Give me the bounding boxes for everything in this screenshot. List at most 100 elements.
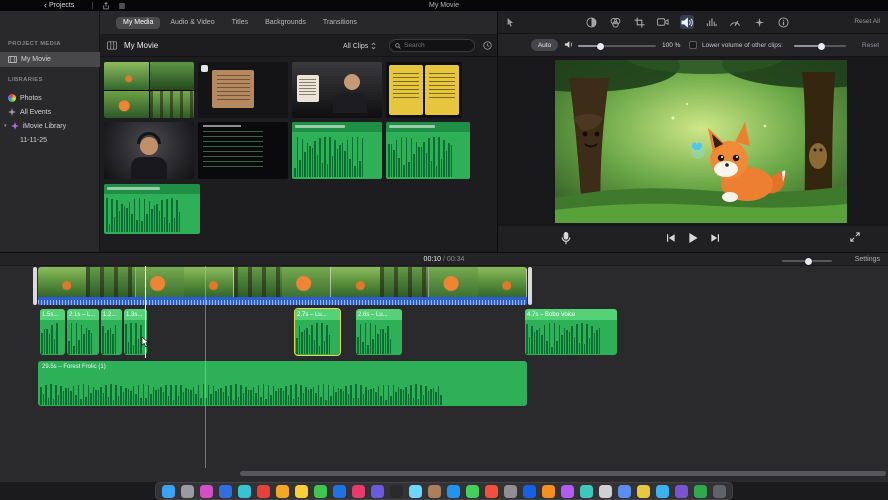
volume-icon[interactable] xyxy=(680,15,694,29)
tab-audio-video[interactable]: Audio & Video xyxy=(163,17,221,29)
lower-volume-slider-knob[interactable] xyxy=(817,42,825,50)
dock-icon[interactable] xyxy=(675,484,688,498)
media-clip-fox-frames[interactable] xyxy=(104,62,194,118)
dock-icon[interactable] xyxy=(314,484,327,498)
sidebar-item-imovie-library[interactable]: ▾ iMovie Library xyxy=(0,119,100,133)
title-card xyxy=(389,65,423,115)
media-clip-presenter[interactable] xyxy=(292,62,382,118)
sidebar-item-all-events[interactable]: All Events xyxy=(0,105,100,119)
play-button[interactable] xyxy=(688,232,699,244)
info-icon[interactable] xyxy=(776,15,790,29)
dock-icon[interactable] xyxy=(219,484,232,498)
tab-my-media[interactable]: My Media xyxy=(116,16,161,29)
dock-icon[interactable] xyxy=(580,484,593,498)
dock-icon[interactable] xyxy=(599,484,612,498)
tab-backgrounds[interactable]: Backgrounds xyxy=(258,17,313,29)
reset-button[interactable]: Reset xyxy=(862,42,879,49)
media-clip-audio-3[interactable] xyxy=(104,184,200,234)
dock-icon[interactable] xyxy=(618,484,631,498)
clip-frame xyxy=(104,90,149,118)
sidebar-item-photos[interactable]: Photos xyxy=(0,91,100,105)
list-icon[interactable] xyxy=(118,2,126,10)
skip-forward-button[interactable] xyxy=(711,233,721,243)
fullscreen-icon[interactable] xyxy=(850,232,860,242)
dock-icon[interactable] xyxy=(485,484,498,498)
dock-icon[interactable] xyxy=(694,484,707,498)
disclosure-triangle-icon[interactable]: ▾ xyxy=(4,123,7,129)
adjust-bar: Reset All xyxy=(498,11,888,34)
audio-clip-selected[interactable]: 2.7s – Lu... xyxy=(294,308,341,356)
timeline-filmstrip[interactable] xyxy=(38,267,527,297)
dock-icon[interactable] xyxy=(276,484,289,498)
filters-icon[interactable] xyxy=(752,15,766,29)
speed-icon[interactable] xyxy=(728,15,742,29)
stabilization-icon[interactable] xyxy=(656,15,670,29)
clip-appearance-icon[interactable] xyxy=(107,41,117,50)
clips-filter-dropdown[interactable]: All Clips xyxy=(343,42,376,50)
color-balance-icon[interactable] xyxy=(584,15,598,29)
noise-reduction-icon[interactable] xyxy=(704,15,718,29)
volume-slider[interactable] xyxy=(578,42,656,50)
sidebar-item-my-movie[interactable]: My Movie xyxy=(0,52,100,67)
dock-icon[interactable] xyxy=(637,484,650,498)
share-icon[interactable] xyxy=(102,1,110,10)
search-field[interactable] xyxy=(389,39,475,52)
media-clip-audio-1[interactable] xyxy=(292,122,382,179)
media-clip-headphones-presenter[interactable] xyxy=(104,122,194,179)
dock-icon[interactable] xyxy=(257,484,270,498)
media-clip-document[interactable] xyxy=(198,62,288,118)
timeline-settings-button[interactable]: Settings xyxy=(855,256,880,263)
dock-icon[interactable] xyxy=(656,484,669,498)
dock-icon[interactable] xyxy=(409,484,422,498)
timeline-horizontal-scrollbar[interactable] xyxy=(240,471,886,476)
dock-icon[interactable] xyxy=(352,484,365,498)
audio-clip[interactable]: 2.1s – L... xyxy=(67,309,99,355)
lower-volume-checkbox[interactable] xyxy=(689,41,697,49)
volume-slider-knob[interactable] xyxy=(596,42,604,50)
dock-icon[interactable] xyxy=(561,484,574,498)
recents-clock-icon[interactable] xyxy=(483,41,492,50)
dock-icon[interactable] xyxy=(713,484,726,498)
lower-volume-slider[interactable] xyxy=(794,42,846,50)
media-clip-audio-2[interactable] xyxy=(386,122,470,179)
dock-icon[interactable] xyxy=(333,484,346,498)
dock-icon[interactable] xyxy=(371,484,384,498)
dock-icon[interactable] xyxy=(238,484,251,498)
media-clip-title-cards[interactable] xyxy=(386,62,462,118)
dock-icon[interactable] xyxy=(504,484,517,498)
timeline-zoom-slider[interactable] xyxy=(782,257,832,265)
dock-icon[interactable] xyxy=(542,484,555,498)
dock-icon[interactable] xyxy=(428,484,441,498)
crop-icon[interactable] xyxy=(632,15,646,29)
media-clip-terminal[interactable] xyxy=(198,122,288,179)
trim-handle-right[interactable] xyxy=(528,267,532,305)
tab-transitions[interactable]: Transitions xyxy=(316,17,364,29)
back-to-projects-button[interactable]: ‹ Projects xyxy=(44,0,74,11)
voiceover-mic-icon[interactable] xyxy=(561,232,571,245)
timeline-zoom-knob[interactable] xyxy=(805,257,812,265)
dock-icon[interactable] xyxy=(523,484,536,498)
auto-volume-button[interactable]: Auto xyxy=(531,39,558,51)
dock-icon[interactable] xyxy=(447,484,460,498)
dock-icon[interactable] xyxy=(295,484,308,498)
reset-all-button[interactable]: Reset All xyxy=(854,18,880,25)
audio-clip[interactable]: 1.3s... xyxy=(124,309,147,355)
video-clip-audio-track[interactable] xyxy=(38,297,527,305)
skip-back-button[interactable] xyxy=(666,233,676,243)
trim-handle-left[interactable] xyxy=(33,267,37,305)
dock-icon[interactable] xyxy=(466,484,479,498)
dock-icon[interactable] xyxy=(181,484,194,498)
tab-titles[interactable]: Titles xyxy=(225,17,255,29)
audio-clip-bobo-voice[interactable]: 4.7s – Bobo Voice xyxy=(525,309,617,355)
audio-clip[interactable]: 2.6s – Lu... xyxy=(356,309,402,355)
dock-icon[interactable] xyxy=(390,484,403,498)
dock-icon[interactable] xyxy=(162,484,175,498)
pointer-icon[interactable] xyxy=(506,17,515,27)
background-music-clip[interactable]: 29.5s – Forest Frolic (1) xyxy=(38,361,527,406)
color-correction-icon[interactable] xyxy=(608,15,622,29)
audio-clip[interactable]: 1.2... xyxy=(101,309,122,355)
sidebar-item-event-11-11-25[interactable]: 11-11-25 xyxy=(0,133,100,147)
audio-clip[interactable]: 1.5s... xyxy=(40,309,65,355)
dock-icon[interactable] xyxy=(200,484,213,498)
search-input[interactable] xyxy=(404,42,469,49)
